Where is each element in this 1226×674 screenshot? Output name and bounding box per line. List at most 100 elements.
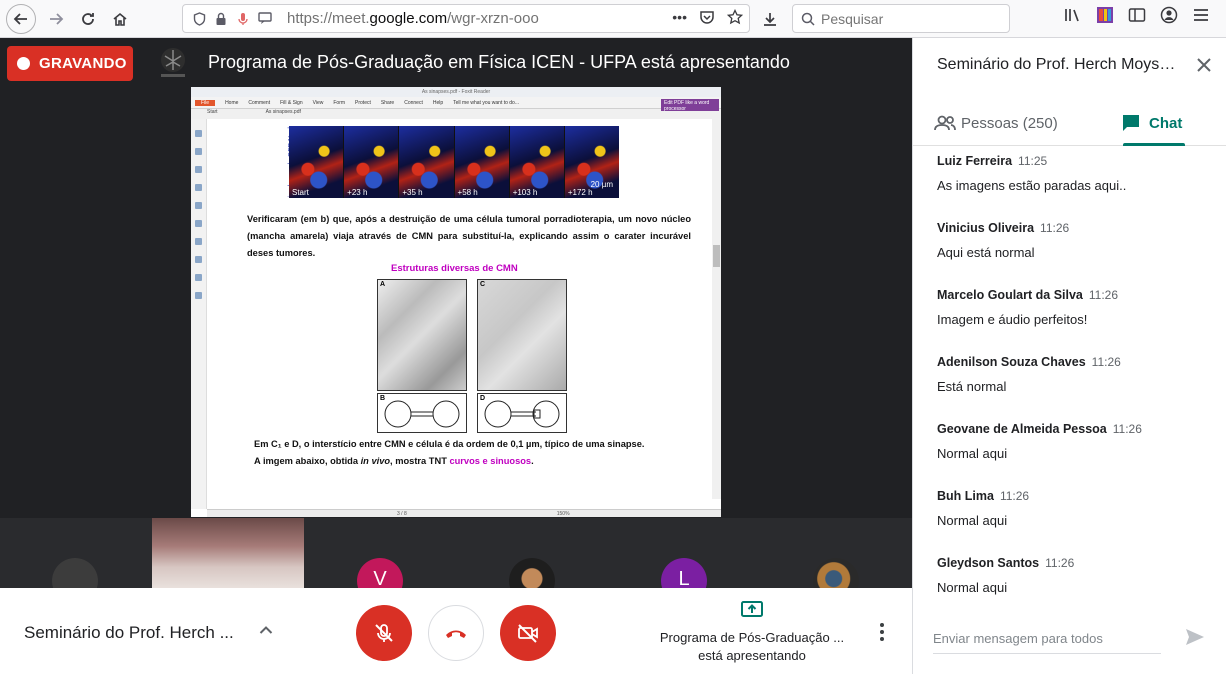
doc-ribbon-item: Help: [432, 99, 444, 106]
diagram-panel-b: B: [377, 393, 467, 433]
chat-message: Vinicius Oliveira 11:26 Aqui está normal: [937, 219, 1217, 260]
meeting-name[interactable]: Seminário do Prof. Herch ...: [24, 623, 234, 643]
shared-screen: As sinapses.pdf - Foxit Reader File Home…: [191, 87, 721, 517]
chat-message: Gleydson Santos 11:26 Normal aqui: [937, 554, 1217, 595]
browser-right-tools: [1064, 6, 1210, 24]
present-screen-icon: [741, 601, 763, 617]
figure-panel-c: C: [477, 279, 567, 391]
doc-zoom-level: 150%: [556, 510, 570, 517]
chat-message-list: Luiz Ferreira 11:25 As imagens estão para…: [913, 146, 1226, 602]
browser-search-box[interactable]: [792, 4, 1010, 33]
dot: [880, 623, 884, 627]
micro-label: +103 h: [512, 188, 538, 197]
dot: [880, 630, 884, 634]
more-options-button[interactable]: [872, 620, 892, 644]
side-panel: Seminário do Prof. Herch Moysés Nussenzv…: [912, 38, 1226, 674]
doc-tab: As sinapses.pdf: [265, 109, 301, 115]
message-time: 11:26: [999, 489, 1030, 503]
micro-panel: +58 h: [454, 126, 509, 198]
extension-icon[interactable]: [1096, 6, 1114, 24]
tab-chat[interactable]: Chat: [1121, 100, 1182, 146]
diagram-panel-d: D: [477, 393, 567, 433]
doc-side-toolbar: [191, 119, 207, 509]
message-time: 11:26: [1091, 355, 1121, 369]
leave-call-button[interactable]: [428, 605, 484, 661]
micro-scale-label: 20 µm: [590, 180, 613, 189]
figure-label: B: [380, 395, 386, 402]
send-message-button[interactable]: [1185, 628, 1205, 651]
account-icon[interactable]: [1160, 6, 1178, 24]
chat-message: Adenilson Souza Chaves 11:26 Está normal: [937, 353, 1217, 394]
more-dots-button[interactable]: •••: [672, 9, 687, 25]
figure-label: A: [380, 281, 386, 288]
doc-ribbon-item: Form: [333, 99, 346, 106]
home-icon: [113, 12, 127, 26]
message-time: 11:26: [1088, 288, 1119, 302]
participant-avatar[interactable]: V: [357, 558, 403, 588]
micro-panel: +103 h: [509, 126, 564, 198]
micro-panel: +23 h: [344, 126, 399, 198]
micro-panel: Start: [289, 126, 344, 198]
tab-people-label: Pessoas (250): [961, 114, 1058, 132]
micro-label: +58 h: [457, 188, 478, 197]
message-sender: Buh Lima: [937, 489, 994, 503]
meeting-details-toggle[interactable]: [259, 622, 273, 640]
sidebar-icon[interactable]: [1128, 7, 1146, 23]
url-text: https://meet.google.com/wgr-xrzn-ooo: [287, 10, 539, 27]
doc-paragraph-2: Em C₁ e D, o interstício entre CMN e cél…: [254, 436, 698, 470]
doc-ribbon-item: Share: [380, 99, 395, 106]
presenting-banner: Programa de Pós-Graduação em Física ICEN…: [208, 52, 790, 72]
download-button[interactable]: [756, 5, 784, 33]
figure-panel-a: A: [377, 279, 467, 391]
doc-paragraph-2-line-2: A imgem abaixo, obtida in vivo, mostra T…: [254, 456, 534, 466]
message-time: 11:26: [1112, 422, 1142, 436]
star-icon[interactable]: [727, 9, 743, 25]
camera-toggle-button[interactable]: [500, 605, 556, 661]
back-button[interactable]: [6, 3, 36, 34]
doc-paragraph-1: Verificaram (em b) que, após a destruiçã…: [247, 214, 691, 258]
arrow-right-icon: [50, 12, 64, 25]
close-panel-button[interactable]: [1195, 56, 1213, 78]
doc-paragraph-2-line-1: Em C₁ e D, o interstício entre CMN e cél…: [254, 439, 645, 449]
message-text: Normal aqui: [937, 580, 1008, 595]
lock-icon[interactable]: [213, 11, 229, 27]
mic-blocked-icon[interactable]: [235, 11, 251, 27]
message-text: Aqui está normal: [937, 245, 1035, 260]
close-icon: [1197, 58, 1211, 72]
chevron-up-icon: [259, 626, 273, 634]
chat-input[interactable]: [933, 631, 1161, 646]
reload-button[interactable]: [74, 5, 102, 33]
meeting-controls-bar: Seminário do Prof. Herch ... Programa de…: [0, 588, 912, 674]
pocket-icon[interactable]: [699, 9, 715, 25]
micro-panel: +35 h: [399, 126, 454, 198]
tab-people[interactable]: Pessoas (250): [933, 100, 1058, 146]
shield-icon[interactable]: [191, 11, 207, 27]
address-bar[interactable]: https://meet.google.com/wgr-xrzn-ooo •••: [182, 4, 750, 33]
participant-avatar[interactable]: L: [661, 558, 707, 588]
library-icon[interactable]: [1064, 7, 1082, 23]
doc-ribbon-item: Comment: [248, 99, 271, 106]
message-sender: Vinicius Oliveira: [937, 221, 1035, 235]
menu-icon[interactable]: [1192, 7, 1210, 23]
participant-avatar[interactable]: [52, 558, 98, 588]
mic-toggle-button[interactable]: [356, 605, 412, 661]
participant-avatar[interactable]: [509, 558, 555, 588]
participant-camera-tile[interactable]: [152, 518, 304, 588]
participant-avatar[interactable]: [813, 558, 859, 588]
home-button[interactable]: [106, 5, 134, 33]
arrow-left-icon: [13, 12, 27, 25]
chat-message: Marcelo Goulart da Silva 11:26 Imagem e á…: [937, 286, 1217, 327]
send-icon: [1186, 629, 1204, 645]
presenting-status[interactable]: Programa de Pós-Graduação ... está apres…: [652, 600, 852, 665]
message-icon[interactable]: [257, 11, 273, 27]
forward-button[interactable]: [42, 5, 70, 33]
presenter-logo: [161, 48, 185, 77]
micro-label: +35 h: [402, 188, 423, 197]
presenting-status-line-2: está apresentando: [698, 648, 806, 663]
message-sender: Geovane de Almeida Pessoa: [937, 422, 1107, 436]
micro-label: Start: [292, 188, 309, 197]
recording-label: GRAVANDO: [39, 55, 127, 72]
message-time: 11:26: [1040, 221, 1070, 235]
browser-search-input[interactable]: [821, 10, 1001, 27]
chat-message: Geovane de Almeida Pessoa 11:26 Normal aq…: [937, 420, 1217, 461]
